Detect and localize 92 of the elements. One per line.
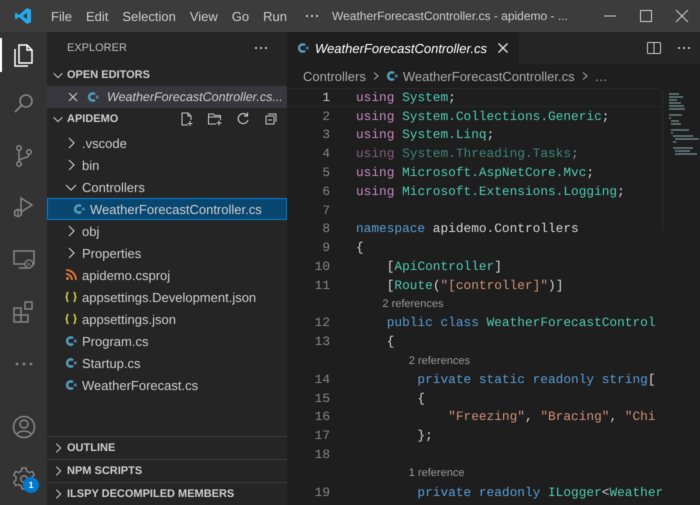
line-number: 13: [314, 334, 331, 350]
code-line: using Microsoft.Extensions.Logging;: [356, 184, 625, 199]
code-line: private static readonly string[: [416, 372, 656, 387]
csharp-file-icon: [73, 203, 85, 215]
code-line: [ApiController]: [386, 259, 502, 274]
menu-item[interactable]: Selection: [115, 8, 183, 24]
line-number: 19: [314, 484, 331, 500]
explorer-folder[interactable]: .vscode: [47, 132, 287, 154]
line-number: 8: [321, 221, 331, 236]
explorer-entry[interactable]: WeatherForecastController.cs: [47, 198, 287, 220]
line-number: 12: [314, 315, 331, 330]
breadcrumb-item[interactable]: WeatherForecastController.cs: [386, 68, 575, 84]
menu-item[interactable]: Go: [224, 8, 256, 24]
line-number: 1: [321, 90, 331, 105]
explorer-entry[interactable]: appsettings.Development.json: [47, 286, 287, 308]
codelens-link[interactable]: 2 references: [382, 298, 444, 310]
csharp-file-icon: [65, 379, 77, 391]
collapse-all-icon[interactable]: [263, 111, 279, 127]
line-number: 3: [321, 127, 331, 142]
explorer-folder[interactable]: obj: [47, 220, 287, 242]
line-number: 5: [321, 165, 331, 180]
section-title[interactable]: APIDEMO: [67, 113, 118, 125]
line-number: 2: [321, 108, 331, 124]
code-line: };: [416, 428, 433, 444]
line-number: 17: [314, 428, 331, 444]
code-line: using Microsoft.AspNetCore.Mvc;: [356, 165, 594, 180]
explorer-entry[interactable]: Startup.cs: [47, 352, 287, 374]
explorer-folder[interactable]: Properties: [47, 242, 287, 264]
explorer-entry[interactable]: Program.cs: [47, 330, 287, 352]
codelens-link[interactable]: 1 reference: [408, 467, 464, 480]
code-line: {: [356, 240, 364, 256]
line-number: 4: [321, 146, 331, 162]
line-number: 10: [314, 259, 331, 274]
code-line: using System.Collections.Generic;: [356, 108, 610, 124]
codelens-link[interactable]: 2 references: [408, 354, 470, 367]
explorer-entry[interactable]: appsettings.json: [47, 308, 287, 330]
code-line: using System.Threading.Tasks;: [356, 146, 579, 162]
code-editor-logo-icon: [14, 7, 32, 25]
code-line: "Freezing", "Bracing", "Chi: [447, 409, 656, 424]
new-folder-icon[interactable]: [207, 111, 223, 127]
open-editor-item[interactable]: WeatherForecastController.cs...: [47, 86, 287, 108]
section-title[interactable]: OUTLINE: [67, 442, 116, 454]
line-number: 16: [314, 409, 331, 424]
line-number: 11: [314, 278, 331, 293]
notification-badge: 1: [23, 477, 39, 493]
line-number: 18: [314, 447, 331, 462]
csharp-file-icon: [65, 357, 77, 369]
menu-item[interactable]: Run: [256, 8, 294, 24]
line-number: 7: [321, 202, 331, 218]
code-line: public class WeatherForecastControl: [386, 315, 656, 330]
explorer-entry[interactable]: apidemo.csproj: [47, 264, 287, 286]
split-editor-icon[interactable]: [646, 40, 662, 56]
code-line: {: [386, 334, 394, 350]
breadcrumb-item[interactable]: Controllers: [303, 68, 366, 84]
new-file-icon[interactable]: [179, 111, 195, 127]
code-line: [Route("[controller]")]: [386, 278, 564, 293]
rss-file-icon: [65, 269, 77, 281]
csharp-file-icon: [87, 91, 99, 103]
line-number: 15: [314, 390, 331, 406]
csharp-file-icon: [386, 70, 398, 82]
code-line: using System;: [356, 90, 456, 105]
code-line: namespace apidemo.Controllers: [356, 221, 579, 236]
settings-icon[interactable]: [10, 466, 36, 492]
csharp-file-icon: [297, 42, 309, 54]
line-number: 6: [321, 184, 331, 199]
line-number: 14: [314, 372, 331, 387]
braces-file-icon: [64, 291, 78, 303]
close-icon[interactable]: [496, 42, 509, 54]
close-icon[interactable]: [675, 9, 689, 23]
maximize-icon[interactable]: [639, 9, 653, 23]
line-number: 9: [321, 240, 331, 256]
menu-item[interactable]: View: [182, 8, 225, 24]
csharp-file-icon: [65, 335, 77, 347]
code-line: using System.Linq;: [356, 127, 494, 142]
section-title[interactable]: NPM SCRIPTS: [67, 465, 142, 477]
menu-item[interactable]: File: [44, 8, 79, 24]
menu-item[interactable]: Edit: [78, 8, 116, 24]
breadcrumb-item[interactable]: …: [594, 68, 608, 84]
section-title[interactable]: ILSPY DECOMPILED MEMBERS: [67, 488, 234, 500]
section-title[interactable]: OPEN EDITORS: [67, 69, 150, 81]
explorer-entry[interactable]: WeatherForecast.cs: [47, 374, 287, 396]
editor-tab[interactable]: WeatherForecastController.cs: [287, 32, 519, 64]
explorer-folder[interactable]: bin: [47, 154, 287, 176]
window-title: WeatherForecastController.cs - apidemo - ...: [332, 9, 568, 23]
code-line: {: [416, 390, 426, 406]
refresh-icon[interactable]: [235, 111, 251, 127]
code-line: private readonly ILogger<Weather: [416, 484, 662, 500]
explorer-folder[interactable]: Controllers: [47, 176, 287, 198]
close-icon[interactable]: [67, 91, 79, 103]
braces-file-icon: [64, 313, 78, 325]
account-icon[interactable]: [10, 414, 36, 440]
sidebar-title: EXPLORER: [67, 42, 127, 54]
